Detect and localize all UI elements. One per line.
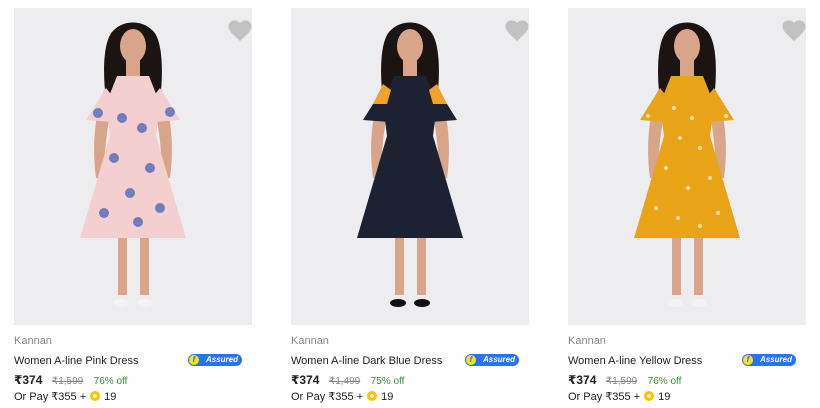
selling-price: ₹374	[14, 373, 43, 387]
original-price: ₹1,599	[605, 376, 638, 387]
assured-logo-icon: f	[466, 355, 476, 365]
wishlist-heart-icon[interactable]	[228, 20, 252, 42]
brand-name: Kannan	[291, 335, 329, 347]
supercoin-icon	[367, 391, 378, 401]
selling-price: ₹374	[291, 373, 320, 387]
original-price: ₹1,599	[51, 376, 84, 387]
product-card[interactable]: Kannan Women A-line Dark Blue Dress f As…	[291, 8, 529, 404]
discount-label: 76% off	[647, 376, 682, 387]
pay-with-coins-text: Or Pay ₹355 +	[14, 391, 87, 403]
supercoin-icon	[90, 391, 101, 401]
wishlist-heart-icon[interactable]	[505, 20, 529, 42]
assured-badge: f Assured	[188, 354, 242, 366]
product-card[interactable]: Kannan Women A-line Yellow Dress f Assur…	[568, 8, 806, 404]
product-card[interactable]: Kannan Women A-line Pink Dress f Assured…	[14, 8, 252, 404]
product-image[interactable]	[291, 8, 529, 325]
assured-logo-icon: f	[743, 355, 753, 365]
coin-count: 19	[658, 391, 671, 403]
assured-badge: f Assured	[742, 354, 796, 366]
assured-label: Assured	[205, 355, 238, 364]
brand-name: Kannan	[14, 335, 52, 347]
brand-name: Kannan	[568, 335, 606, 347]
assured-label: Assured	[482, 355, 515, 364]
selling-price: ₹374	[568, 373, 597, 387]
original-price: ₹1,499	[328, 376, 361, 387]
coin-count: 19	[381, 391, 394, 403]
pay-with-coins-text: Or Pay ₹355 +	[568, 391, 641, 403]
coin-count: 19	[104, 391, 117, 403]
discount-label: 76% off	[93, 376, 128, 387]
wishlist-heart-icon[interactable]	[782, 20, 806, 42]
assured-logo-icon: f	[189, 355, 199, 365]
product-title[interactable]: Women A-line Dark Blue Dress	[291, 355, 442, 367]
supercoin-icon	[644, 391, 655, 401]
product-title[interactable]: Women A-line Yellow Dress	[568, 355, 702, 367]
product-title[interactable]: Women A-line Pink Dress	[14, 355, 139, 367]
assured-badge: f Assured	[465, 354, 519, 366]
product-image[interactable]	[568, 8, 806, 325]
product-image[interactable]	[14, 8, 252, 325]
assured-label: Assured	[759, 355, 792, 364]
discount-label: 75% off	[370, 376, 405, 387]
pay-with-coins-text: Or Pay ₹355 +	[291, 391, 364, 403]
